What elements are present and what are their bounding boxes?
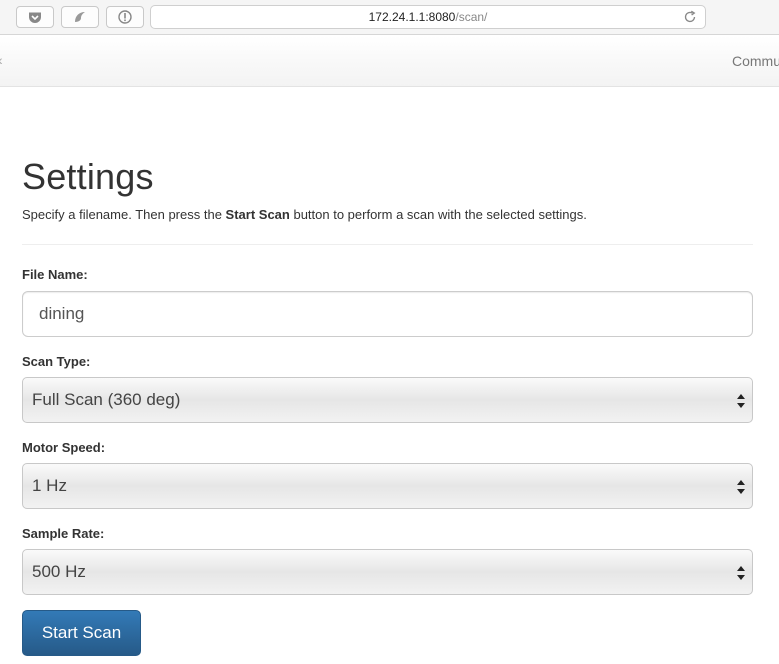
select-arrows-icon [737,480,745,494]
scan-type-value: Full Scan (360 deg) [32,390,181,409]
navbar: ‹ Commu [0,36,779,87]
start-scan-button[interactable]: Start Scan [22,610,141,656]
motor-speed-label: Motor Speed: [22,440,106,455]
page-title: Settings [22,156,154,197]
url-path: /scan/ [455,10,488,24]
sample-rate-value: 500 Hz [32,562,86,581]
intro-text-end: button to perform a scan with the select… [289,207,587,222]
select-arrows-icon [737,394,745,408]
chevron-left-icon: ‹ [0,52,3,68]
file-name-label: File Name: [22,267,88,282]
pocket-button[interactable] [16,6,54,28]
browser-toolbar: 172.24.1.1:8080/scan/ [0,0,779,35]
intro-text: Specify a filename. Then press the Start… [22,207,587,222]
tab-button[interactable] [61,6,99,28]
sample-rate-select[interactable]: 500 Hz [22,549,753,595]
nav-link[interactable]: Commu [732,53,779,69]
intro-text-start: Specify a filename. Then press the [22,207,226,222]
info-button[interactable] [106,6,144,28]
intro-text-bold: Start Scan [225,207,290,222]
sample-rate-label: Sample Rate: [22,526,105,541]
divider [22,244,753,245]
motor-speed-select[interactable]: 1 Hz [22,463,753,509]
reload-icon[interactable] [683,10,697,24]
address-bar[interactable]: 172.24.1.1:8080/scan/ [150,5,706,29]
motor-speed-value: 1 Hz [32,476,67,495]
info-icon [118,10,132,24]
tab-icon [75,12,85,22]
scan-type-select[interactable]: Full Scan (360 deg) [22,377,753,423]
select-arrows-icon [737,566,745,580]
scan-type-label: Scan Type: [22,354,91,369]
file-name-input[interactable] [22,291,753,337]
url-host: 172.24.1.1:8080 [368,10,456,24]
pocket-icon [29,12,41,23]
